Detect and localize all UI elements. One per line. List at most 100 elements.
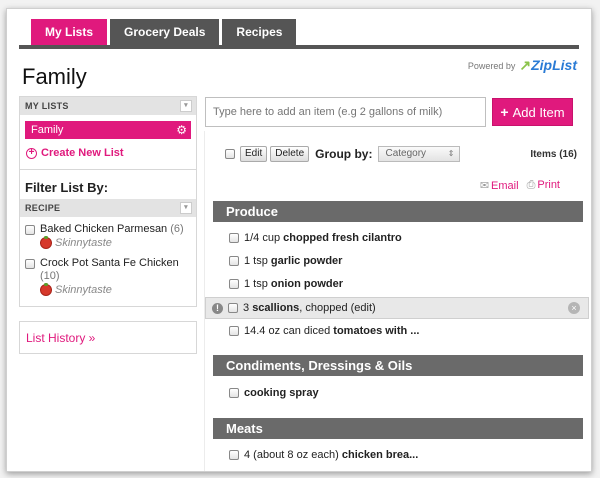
- item-checkbox[interactable]: [229, 450, 239, 460]
- email-link[interactable]: ✉ Email: [480, 179, 519, 192]
- item-checkbox[interactable]: [229, 388, 239, 398]
- sidebar-item-label: Family: [31, 124, 64, 136]
- sidebar: MY LISTS ▾ Family ⚙ + Create New List Fi…: [19, 96, 197, 354]
- item-text: 4 (about 8 oz each) chicken brea...: [244, 449, 418, 461]
- gear-icon[interactable]: ⚙: [176, 121, 187, 139]
- recipe-title: Baked Chicken Parmesan: [40, 223, 168, 235]
- page-title: Family: [22, 64, 87, 89]
- list-item[interactable]: 14.4 oz can diced tomatoes with ...: [213, 321, 583, 341]
- recipe-source-label: Skinnytaste: [55, 284, 112, 296]
- item-checkbox[interactable]: [229, 326, 239, 336]
- item-qty: 3: [243, 302, 250, 314]
- plus-circle-icon: +: [26, 147, 37, 159]
- item-text: 14.4 oz can diced tomatoes with ...: [244, 325, 419, 337]
- recipe-source: Skinnytaste: [40, 283, 179, 296]
- tab-grocery-deals[interactable]: Grocery Deals: [110, 19, 220, 45]
- create-new-list-label: Create New List: [41, 147, 124, 159]
- my-lists-panel: MY LISTS ▾ Family ⚙ + Create New List: [19, 96, 197, 170]
- items-count: Items (16): [530, 148, 577, 160]
- select-arrows-icon: ⇕: [447, 149, 455, 158]
- section-header-condiments: Condiments, Dressings & Oils: [213, 355, 583, 376]
- recipe-source: Skinnytaste: [40, 236, 184, 249]
- item-note: , chopped (edit): [299, 302, 376, 314]
- ziplist-logo[interactable]: ↗ZipList: [519, 57, 577, 74]
- envelope-icon: ✉: [479, 180, 490, 192]
- item-checkbox[interactable]: [229, 256, 239, 266]
- item-name: chicken brea...: [341, 449, 419, 461]
- recipe-name: Baked Chicken Parmesan (6): [40, 223, 184, 236]
- item-name: cooking spray: [244, 387, 319, 399]
- ziplist-swoosh-icon: ↗: [519, 57, 532, 73]
- list-item[interactable]: cooking spray: [213, 383, 583, 403]
- filter-title: Filter List By:: [25, 180, 109, 195]
- item-checkbox[interactable]: [229, 233, 239, 243]
- info-icon[interactable]: !: [212, 302, 223, 314]
- share-links: ✉ Email ⎙ Print: [480, 179, 560, 192]
- recipe-count: (6): [170, 223, 184, 235]
- item-name: garlic powder: [270, 255, 343, 267]
- select-all-checkbox[interactable]: [225, 149, 235, 159]
- list-item[interactable]: 1 tsp onion powder: [213, 274, 583, 294]
- list-item[interactable]: 1 tsp garlic powder: [213, 251, 583, 271]
- item-name: chopped fresh cilantro: [283, 232, 402, 244]
- list-item[interactable]: 1/4 cup chopped fresh cilantro: [213, 228, 583, 248]
- my-lists-header-label: MY LISTS: [25, 101, 69, 111]
- section-header-produce: Produce: [213, 201, 583, 222]
- add-item-label: Add Item: [512, 104, 565, 120]
- edit-button[interactable]: Edit: [240, 146, 268, 162]
- item-text: cooking spray: [244, 387, 319, 399]
- ziplist-brand: ZipList: [531, 57, 577, 73]
- item-text: 1 tsp garlic powder: [244, 255, 342, 267]
- item-qty: 1/4 cup: [244, 232, 281, 244]
- my-lists-header: MY LISTS ▾: [20, 97, 196, 115]
- tab-my-lists[interactable]: My Lists: [31, 19, 108, 45]
- list-item-selected[interactable]: ! 3 scallions, chopped (edit) ×: [205, 297, 589, 319]
- plus-icon: +: [500, 104, 509, 120]
- chevron-down-icon[interactable]: ▾: [180, 100, 192, 112]
- group-by-select[interactable]: Category ⇕: [378, 146, 461, 162]
- item-text: 1/4 cup chopped fresh cilantro: [244, 232, 402, 244]
- app-window: My Lists Grocery Deals Recipes Family Po…: [6, 8, 592, 472]
- filter-panel: Filter List By: RECIPE ▾ Baked Chicken P…: [19, 170, 197, 307]
- tab-recipes[interactable]: Recipes: [222, 19, 297, 45]
- add-item-input[interactable]: [205, 97, 486, 127]
- recipe-checkbox[interactable]: [25, 259, 35, 269]
- recipe-filter-item: Baked Chicken Parmesan (6) Skinnytaste: [20, 217, 196, 249]
- top-tabs: My Lists Grocery Deals Recipes: [31, 19, 297, 45]
- item-name: onion powder: [270, 278, 344, 290]
- recipe-count: (10): [40, 270, 60, 282]
- group-by-value: Category: [385, 148, 427, 159]
- item-qty: 1 tsp: [244, 255, 268, 267]
- sidebar-item-family[interactable]: Family ⚙: [25, 121, 191, 139]
- tab-bar-underline: [19, 45, 579, 49]
- powered-by-text: Powered by: [467, 60, 516, 71]
- close-icon[interactable]: ×: [568, 302, 580, 314]
- tomato-icon: [40, 236, 52, 249]
- item-qty: 1 tsp: [244, 278, 268, 290]
- item-text: 1 tsp onion powder: [244, 278, 343, 290]
- item-name: scallions: [252, 302, 300, 314]
- recipe-title: Crock Pot Santa Fe Chicken: [40, 257, 179, 269]
- item-checkbox[interactable]: [228, 303, 238, 313]
- create-new-list-link[interactable]: + Create New List: [26, 147, 191, 159]
- recipe-checkbox[interactable]: [25, 225, 35, 235]
- recipe-name: Crock Pot Santa Fe Chicken (10): [40, 257, 179, 283]
- list-history-link[interactable]: List History »: [19, 321, 197, 354]
- item-checkbox[interactable]: [229, 279, 239, 289]
- email-label: Email: [491, 180, 519, 192]
- delete-button[interactable]: Delete: [270, 146, 310, 162]
- item-name: tomatoes with ...: [333, 325, 420, 337]
- recipe-header-label: RECIPE: [25, 203, 61, 213]
- recipe-source-label: Skinnytaste: [55, 237, 112, 249]
- section-header-meats: Meats: [213, 418, 583, 439]
- item-qty: 14.4 oz can diced: [244, 325, 331, 337]
- tomato-icon: [40, 283, 52, 296]
- item-text: 3 scallions, chopped (edit): [243, 302, 376, 314]
- list-controls: Edit Delete Group by: Category ⇕ Items (1…: [225, 144, 577, 164]
- recipe-header: RECIPE ▾: [20, 199, 196, 217]
- chevron-down-icon[interactable]: ▾: [180, 202, 192, 214]
- print-link[interactable]: ⎙ Print: [527, 179, 560, 192]
- list-item[interactable]: 4 (about 8 oz each) chicken brea...: [213, 445, 583, 465]
- item-qty: 4 (about 8 oz each): [244, 449, 339, 461]
- add-item-button[interactable]: + Add Item: [492, 98, 573, 126]
